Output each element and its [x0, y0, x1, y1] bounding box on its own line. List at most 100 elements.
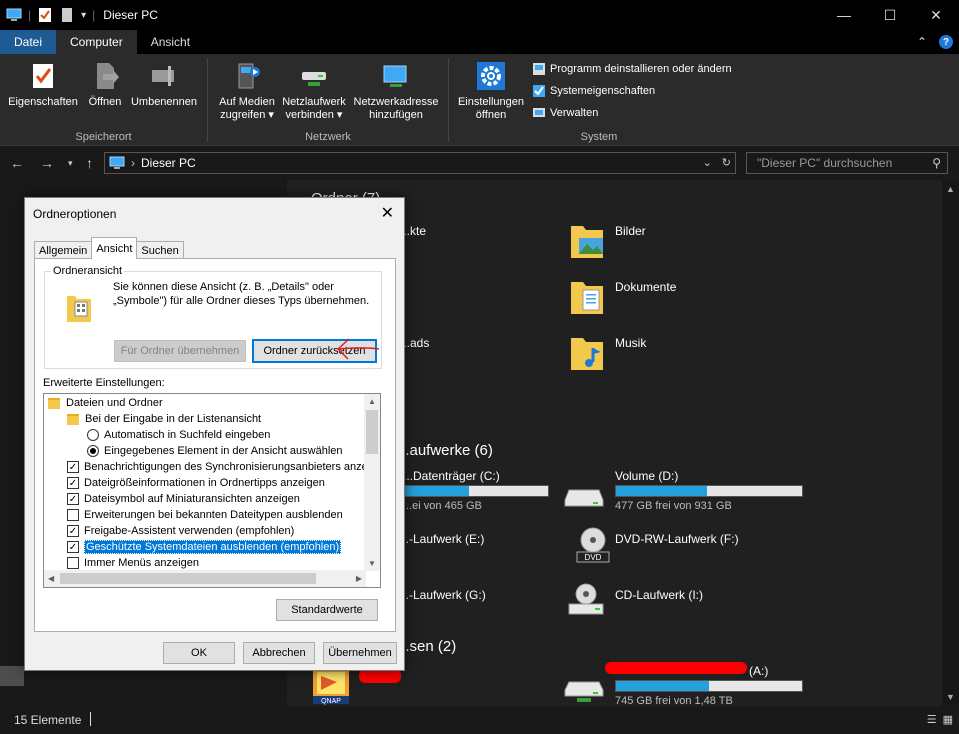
back-arrow-icon[interactable]: ← — [10, 155, 24, 171]
computer-icon[interactable] — [6, 7, 22, 23]
tree-radio-suchfeld[interactable]: Automatisch in Suchfeld eingeben — [87, 427, 270, 443]
ok-button[interactable]: OK — [163, 642, 235, 664]
tree-horizontal-scrollbar[interactable]: ◀ ▶ — [44, 570, 366, 587]
tree-checkbox-menues[interactable]: Immer Menüs anzeigen — [67, 555, 199, 571]
minimize-button[interactable]: — — [821, 0, 867, 30]
network-section-header[interactable]: ...sen (2) — [397, 638, 456, 655]
tree-scroll-down-icon[interactable]: ▼ — [368, 559, 376, 568]
collapse-ribbon-icon[interactable]: ⌃ — [917, 35, 927, 49]
properties-qat-icon[interactable] — [37, 7, 53, 23]
folder-dokumente[interactable]: Dokumente — [615, 280, 676, 294]
ordneransicht-legend: Ordneransicht — [51, 265, 125, 277]
auf-medien-zugreifen-button[interactable]: Auf Medien zugreifen ▾ — [212, 60, 282, 122]
umbenennen-button[interactable]: Umbenennen — [128, 60, 200, 109]
tree-vertical-scrollbar[interactable]: ▲ ▼ — [364, 394, 380, 571]
tree-scroll-left-icon[interactable]: ◀ — [48, 574, 54, 583]
address-dropdown-icon[interactable]: ⌄ — [703, 156, 712, 169]
checkbox-unchecked-icon[interactable] — [67, 509, 79, 521]
address-bar[interactable]: › Dieser PC ⌄ ↻ — [104, 152, 736, 174]
dialog-tabs: Allgemein Ansicht Suchen — [34, 237, 184, 259]
forward-arrow-icon[interactable]: → — [40, 155, 54, 171]
advanced-settings-tree[interactable]: Dateien und Ordner Bei der Eingabe in de… — [43, 393, 381, 588]
checkbox-checked-icon[interactable]: ✓ — [67, 493, 79, 505]
verwalten-button[interactable]: Verwalten — [532, 106, 598, 120]
dialog-tab-allgemein[interactable]: Allgemein — [34, 241, 93, 259]
pictures-folder-icon[interactable] — [569, 220, 605, 260]
dialog-close-icon[interactable]: ✕ — [381, 203, 394, 223]
search-icon[interactable]: ⚲ — [932, 156, 941, 170]
search-box[interactable]: "Dieser PC" durchsuchen ⚲ — [746, 152, 948, 174]
tree-scroll-thumb[interactable] — [366, 410, 378, 454]
tree-scroll-right-icon[interactable]: ▶ — [356, 574, 362, 583]
drive-e-label[interactable]: ...-Laufwerk (E:) — [399, 532, 484, 546]
help-icon[interactable]: ? — [939, 35, 953, 49]
checkbox-checked-icon[interactable]: ✓ — [67, 525, 79, 537]
qat-dropdown-icon[interactable]: ▾ — [81, 10, 86, 21]
drive-f-label[interactable]: DVD-RW-Laufwerk (F:) — [615, 532, 739, 546]
netzlaufwerk-verbinden-button[interactable]: Netzlaufwerk verbinden ▾ — [278, 60, 350, 122]
folder-musik[interactable]: Musik — [615, 336, 646, 350]
network-drive-icon[interactable] — [563, 676, 605, 706]
cd-drive-icon[interactable] — [565, 582, 607, 618]
drive-c-label[interactable]: ...Datenträger (C:) — [403, 469, 500, 483]
tree-checkbox-systemdateien[interactable]: ✓ Geschützte Systemdateien ausblenden (e… — [67, 539, 342, 555]
standardwerte-button[interactable]: Standardwerte — [276, 599, 378, 621]
selected-nav-item[interactable] — [0, 666, 24, 686]
drives-section-header[interactable]: ...aufwerke (6) — [397, 442, 493, 459]
checkbox-checked-icon[interactable]: ✓ — [67, 461, 79, 473]
maximize-button[interactable]: ☐ — [867, 0, 913, 30]
details-view-icon[interactable]: ☰ — [927, 713, 937, 726]
qnap-device-icon[interactable]: QNAP — [311, 668, 351, 706]
close-button[interactable]: ✕ — [913, 0, 959, 30]
drive-i-label[interactable]: CD-Laufwerk (I:) — [615, 588, 703, 602]
tree-checkbox-dateisymbol[interactable]: ✓ Dateisymbol auf Miniaturansichten anze… — [67, 491, 300, 507]
checkbox-checked-icon[interactable]: ✓ — [67, 541, 79, 553]
oeffnen-button[interactable]: Öffnen — [84, 60, 126, 109]
tree-scroll-up-icon[interactable]: ▲ — [368, 397, 376, 406]
checkbox-checked-icon[interactable]: ✓ — [67, 477, 79, 489]
tree-radio-element-auswaehlen[interactable]: Eingegebenes Element in der Ansicht ausw… — [87, 443, 343, 459]
tab-datei[interactable]: Datei — [0, 30, 57, 54]
tree-checkbox-erweiterungen[interactable]: Erweiterungen bei bekannten Dateitypen a… — [67, 507, 343, 523]
refresh-icon[interactable]: ↻ — [722, 156, 731, 169]
tree-hscroll-thumb[interactable] — [60, 573, 316, 584]
netzwerkadresse-hinzufuegen-button[interactable]: Netzwerkadresse hinzufügen — [350, 60, 442, 122]
radio-button-unchecked[interactable] — [87, 429, 99, 441]
new-folder-qat-icon[interactable] — [59, 7, 75, 23]
breadcrumb-chevron-icon[interactable]: › — [131, 156, 135, 170]
breadcrumb-dieser-pc[interactable]: Dieser PC — [141, 156, 196, 170]
programm-deinstallieren-button[interactable]: Programm deinstallieren oder ändern — [532, 62, 732, 76]
dvd-drive-icon[interactable]: DVD — [575, 526, 611, 566]
tree-checkbox-freigabe-assistent[interactable]: ✓ Freigabe-Assistent verwenden (empfohle… — [67, 523, 294, 539]
tree-item-listenansicht[interactable]: Bei der Eingabe in der Listenansicht — [67, 411, 261, 427]
einstellungen-oeffnen-button[interactable]: Einstellungen öffnen — [453, 60, 529, 122]
fuer-ordner-uebernehmen-button[interactable]: Für Ordner übernehmen — [114, 340, 246, 362]
checkbox-unchecked-icon[interactable] — [67, 557, 79, 569]
music-folder-icon[interactable] — [569, 332, 605, 372]
tab-ansicht[interactable]: Ansicht — [137, 30, 204, 54]
tab-computer[interactable]: Computer — [56, 30, 137, 54]
documents-folder-icon[interactable] — [569, 276, 605, 316]
tree-checkbox-sync-benachrichtigungen[interactable]: ✓ Benachrichtigungen des Synchronisierun… — [67, 459, 376, 475]
up-arrow-icon[interactable]: ↑ — [86, 155, 93, 171]
scroll-down-arrow-icon[interactable]: ▼ — [946, 692, 955, 702]
network-drive-a-label[interactable]: (A:) — [749, 664, 768, 678]
uebernehmen-button[interactable]: Übernehmen — [323, 642, 397, 664]
hard-drive-icon[interactable] — [563, 482, 605, 512]
recent-locations-chevron-icon[interactable]: ▾ — [68, 158, 73, 169]
scroll-up-arrow-icon[interactable]: ▲ — [946, 184, 955, 194]
abbrechen-button[interactable]: Abbrechen — [243, 642, 315, 664]
eigenschaften-button[interactable]: Eigenschaften — [6, 60, 80, 109]
drive-g-label[interactable]: ...-Laufwerk (G:) — [399, 588, 486, 602]
dialog-tab-ansicht[interactable]: Ansicht — [91, 237, 138, 259]
large-icons-view-icon[interactable]: ▦ — [943, 713, 953, 726]
drive-d-label[interactable]: Volume (D:) — [615, 469, 678, 483]
properties-icon — [33, 64, 53, 88]
folder-bilder[interactable]: Bilder — [615, 224, 646, 238]
tree-checkbox-dateigroesse[interactable]: ✓ Dateigrößeinformationen in Ordnertipps… — [67, 475, 325, 491]
systemeigenschaften-button[interactable]: Systemeigenschaften — [532, 84, 655, 98]
content-vertical-scrollbar[interactable]: ▲ ▼ — [942, 180, 959, 706]
tree-item-dateien-und-ordner[interactable]: Dateien und Ordner — [48, 395, 163, 411]
radio-button-checked[interactable] — [87, 445, 99, 457]
dialog-tab-suchen[interactable]: Suchen — [136, 241, 184, 259]
